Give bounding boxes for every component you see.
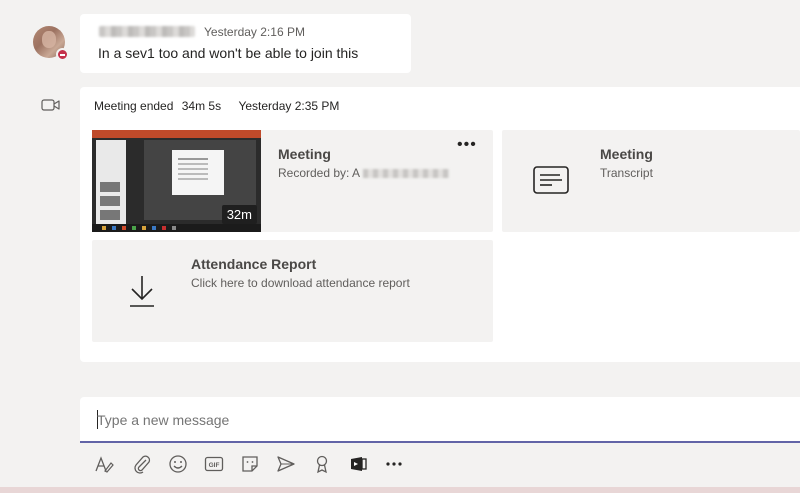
message-text: In a sev1 too and won't be able to join … [98, 45, 359, 61]
attendance-report-title: Attendance Report [191, 256, 317, 272]
format-icon [95, 456, 114, 473]
transcript-tile[interactable]: Meeting Transcript [502, 130, 800, 232]
recorded-by-initial: A [352, 166, 361, 180]
attendance-report-tile[interactable]: Attendance Report Click here to download… [92, 240, 493, 342]
compose-toolbar: GIF [92, 451, 422, 477]
attach-icon [134, 455, 151, 474]
emoji-icon [169, 455, 187, 473]
recording-thumbnail[interactable]: 32m [92, 130, 261, 232]
message-timestamp: Yesterday 2:16 PM [204, 25, 305, 39]
attach-button[interactable] [130, 451, 154, 477]
gif-button[interactable]: GIF [202, 451, 226, 477]
recording-tile[interactable]: 32m Meeting Recorded by: A ••• [92, 130, 493, 232]
recorder-name-redacted [363, 169, 450, 179]
sticker-button[interactable] [238, 451, 262, 477]
compose-box[interactable] [80, 397, 800, 443]
chat-message[interactable]: Yesterday 2:16 PM In a sev1 too and won'… [80, 14, 411, 73]
meeting-summary: Meeting ended 34m 5s Yesterday 2:35 PM [94, 99, 344, 113]
recording-title: Meeting [278, 146, 331, 162]
meet-now-button[interactable] [274, 451, 298, 477]
sender-name-redacted [99, 26, 195, 37]
stream-icon [351, 457, 367, 471]
gif-label: GIF [209, 462, 220, 469]
meet-now-icon [277, 456, 295, 472]
presence-busy-icon [56, 48, 69, 61]
avatar[interactable] [33, 26, 69, 61]
meeting-duration: 34m 5s [181, 99, 222, 113]
window-bottom-edge [0, 487, 800, 493]
recorded-by-label: Recorded by: [278, 166, 350, 180]
more-options-icon [386, 462, 402, 466]
more-options-compose-button[interactable] [382, 451, 406, 477]
meeting-ended-card: Meeting ended 34m 5s Yesterday 2:35 PM 3… [80, 87, 800, 362]
praise-icon [316, 455, 328, 474]
emoji-button[interactable] [166, 451, 190, 477]
transcript-subtitle: Transcript [600, 166, 653, 180]
transcript-title: Meeting [600, 146, 653, 162]
meeting-camera-icon [41, 99, 60, 111]
stream-button[interactable] [346, 451, 370, 477]
attendance-report-subtitle: Click here to download attendance report [191, 276, 410, 290]
transcript-icon [533, 166, 569, 194]
recorded-by: Recorded by: A [278, 166, 450, 180]
recording-duration-badge: 32m [221, 205, 257, 224]
gif-icon: GIF [204, 456, 224, 472]
download-icon [130, 276, 154, 307]
sticker-icon [242, 456, 258, 472]
meeting-ended-label: Meeting ended [94, 99, 174, 113]
message-input[interactable] [97, 412, 697, 428]
more-options-button[interactable]: ••• [457, 137, 477, 153]
meeting-time: Yesterday 2:35 PM [238, 99, 340, 113]
format-button[interactable] [92, 451, 116, 477]
praise-button[interactable] [310, 451, 334, 477]
